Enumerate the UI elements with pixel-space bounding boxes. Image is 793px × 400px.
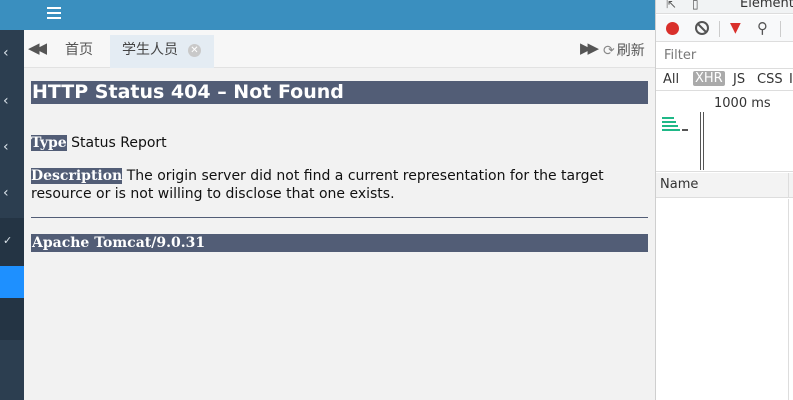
type-filter-js[interactable]: JS bbox=[733, 72, 745, 87]
sidebar-collapse-icon[interactable]: ‹ bbox=[0, 38, 24, 68]
error-page: HTTP Status 404 – Not Found Type Status … bbox=[24, 69, 655, 400]
devtools-panel: ⇱ ▯ Element ▼ ⚲ Filter All XHR JS CSS I … bbox=[655, 0, 793, 400]
tab-bar: ◀◀ 首页 学生人员 ✕ ▶▶ ⟳ 刷新 bbox=[24, 30, 655, 68]
type-filter-css[interactable]: CSS bbox=[757, 72, 783, 87]
refresh-button[interactable]: ⟳ 刷新 bbox=[603, 40, 645, 60]
overview-marker bbox=[703, 112, 704, 170]
server-footer: Apache Tomcat/9.0.31 bbox=[31, 234, 648, 252]
request-bar bbox=[662, 121, 676, 123]
request-bar bbox=[662, 125, 678, 127]
refresh-label: 刷新 bbox=[616, 43, 645, 59]
type-filter-xhr[interactable]: XHR bbox=[693, 71, 725, 86]
error-type-row: Type Status Report bbox=[31, 134, 167, 152]
sidebar-item[interactable] bbox=[0, 298, 24, 340]
error-type-label: Type bbox=[31, 135, 67, 151]
devtools-tab-elements[interactable]: Element bbox=[740, 0, 793, 11]
type-filter-more[interactable]: I bbox=[789, 72, 793, 87]
sidebar: ‹ ‹ ‹ ‹ ✓ bbox=[0, 30, 24, 400]
tab-students-label: 学生人员 bbox=[122, 42, 178, 58]
request-bar bbox=[682, 129, 688, 131]
error-title: HTTP Status 404 – Not Found bbox=[31, 81, 648, 104]
clear-icon[interactable] bbox=[695, 21, 709, 35]
request-list bbox=[656, 199, 793, 400]
tab-scroll-right-icon[interactable]: ▶▶ bbox=[580, 39, 599, 57]
divider bbox=[31, 217, 648, 218]
overview-tick-label: 1000 ms bbox=[714, 96, 771, 111]
menu-toggle-icon[interactable] bbox=[47, 7, 61, 21]
app-header bbox=[0, 0, 655, 30]
name-column-header[interactable]: Name bbox=[656, 173, 793, 198]
request-bar bbox=[662, 117, 674, 119]
record-icon[interactable] bbox=[666, 22, 679, 35]
devtools-tabbar: ⇱ ▯ Element bbox=[656, 0, 793, 14]
toolbar-separator bbox=[719, 21, 720, 37]
sidebar-collapse-icon[interactable]: ‹ bbox=[0, 178, 24, 208]
sidebar-expand-icon[interactable]: ✓ bbox=[0, 226, 24, 256]
error-description-row: Description The origin server did not fi… bbox=[31, 167, 646, 203]
overview-marker bbox=[700, 112, 701, 170]
resource-type-filters: All XHR JS CSS I bbox=[656, 70, 793, 91]
request-bar bbox=[662, 129, 680, 131]
tab-close-icon[interactable]: ✕ bbox=[188, 44, 201, 57]
error-description-label: Description bbox=[31, 168, 123, 184]
network-overview[interactable]: 1000 ms bbox=[656, 92, 793, 172]
filter-funnel-icon[interactable]: ▼ bbox=[730, 20, 741, 36]
network-toolbar: ▼ ⚲ bbox=[656, 15, 793, 42]
tab-students[interactable]: 学生人员 ✕ bbox=[110, 35, 214, 68]
device-toggle-icon[interactable]: ▯ bbox=[692, 0, 699, 11]
refresh-icon: ⟳ bbox=[603, 43, 615, 59]
sidebar-item-active[interactable] bbox=[0, 266, 24, 298]
sidebar-collapse-icon[interactable]: ‹ bbox=[0, 86, 24, 116]
tab-home[interactable]: 首页 bbox=[65, 35, 93, 68]
network-filter-input[interactable]: Filter bbox=[656, 43, 793, 69]
sidebar-collapse-icon[interactable]: ‹ bbox=[0, 132, 24, 162]
inspect-cursor-icon[interactable]: ⇱ bbox=[666, 0, 676, 11]
search-icon[interactable]: ⚲ bbox=[757, 19, 768, 37]
type-filter-all[interactable]: All bbox=[663, 72, 679, 87]
tab-scroll-left-icon[interactable]: ◀◀ bbox=[28, 39, 47, 57]
error-type-value: Status Report bbox=[66, 135, 167, 151]
toolbar-separator bbox=[780, 21, 781, 37]
